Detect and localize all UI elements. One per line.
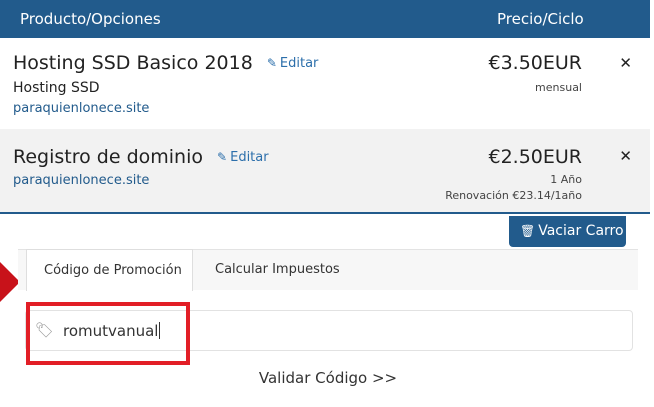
empty-cart-label: Vaciar Carro: [538, 223, 624, 239]
item-cycle: mensual: [535, 81, 582, 94]
item-domain: paraquienlonece.site: [13, 173, 150, 188]
close-icon[interactable]: ✕: [619, 147, 632, 165]
close-icon[interactable]: ✕: [619, 54, 632, 72]
tab-promo-code[interactable]: Código de Promoción: [26, 249, 193, 291]
cart-item: Registro de dominio ✎ Editar paraquienlon…: [0, 129, 650, 214]
highlight-box: [26, 302, 190, 365]
item-name-text: Hosting SSD Basico 2018: [13, 52, 253, 74]
price-column-header: Precio/Ciclo: [497, 10, 584, 28]
item-price: €2.50EUR: [488, 146, 582, 168]
item-name-text: Registro de dominio: [13, 146, 203, 168]
red-arrow-pointer: [0, 262, 20, 302]
edit-link[interactable]: ✎ Editar: [217, 150, 269, 165]
edit-label: Editar: [279, 56, 319, 71]
item-domain: paraquienlonece.site: [13, 101, 150, 116]
cart-item: Hosting SSD Basico 2018 ✎ Editar Hosting …: [0, 38, 650, 129]
pencil-icon: ✎: [217, 150, 228, 164]
item-renewal: Renovación €23.14/1año: [445, 189, 582, 202]
item-name: Hosting SSD Basico 2018 ✎ Editar: [13, 52, 318, 74]
product-column-header: Producto/Opciones: [20, 10, 161, 28]
empty-cart-button[interactable]: 🗑 Vaciar Carro: [509, 216, 626, 247]
item-group: Hosting SSD: [13, 80, 100, 96]
cart-header: Producto/Opciones Precio/Ciclo: [0, 0, 650, 38]
item-cycle: 1 Año: [550, 173, 582, 186]
trash-icon: 🗑: [520, 224, 536, 238]
tab-calculate-taxes[interactable]: Calcular Impuestos: [215, 249, 355, 291]
edit-label: Editar: [230, 150, 269, 165]
item-price: €3.50EUR: [488, 52, 582, 74]
validate-code-button[interactable]: Validar Código >>: [18, 360, 638, 396]
edit-link[interactable]: ✎ Editar: [267, 56, 319, 71]
pencil-icon: ✎: [266, 56, 277, 70]
item-name: Registro de dominio ✎ Editar: [13, 146, 269, 168]
